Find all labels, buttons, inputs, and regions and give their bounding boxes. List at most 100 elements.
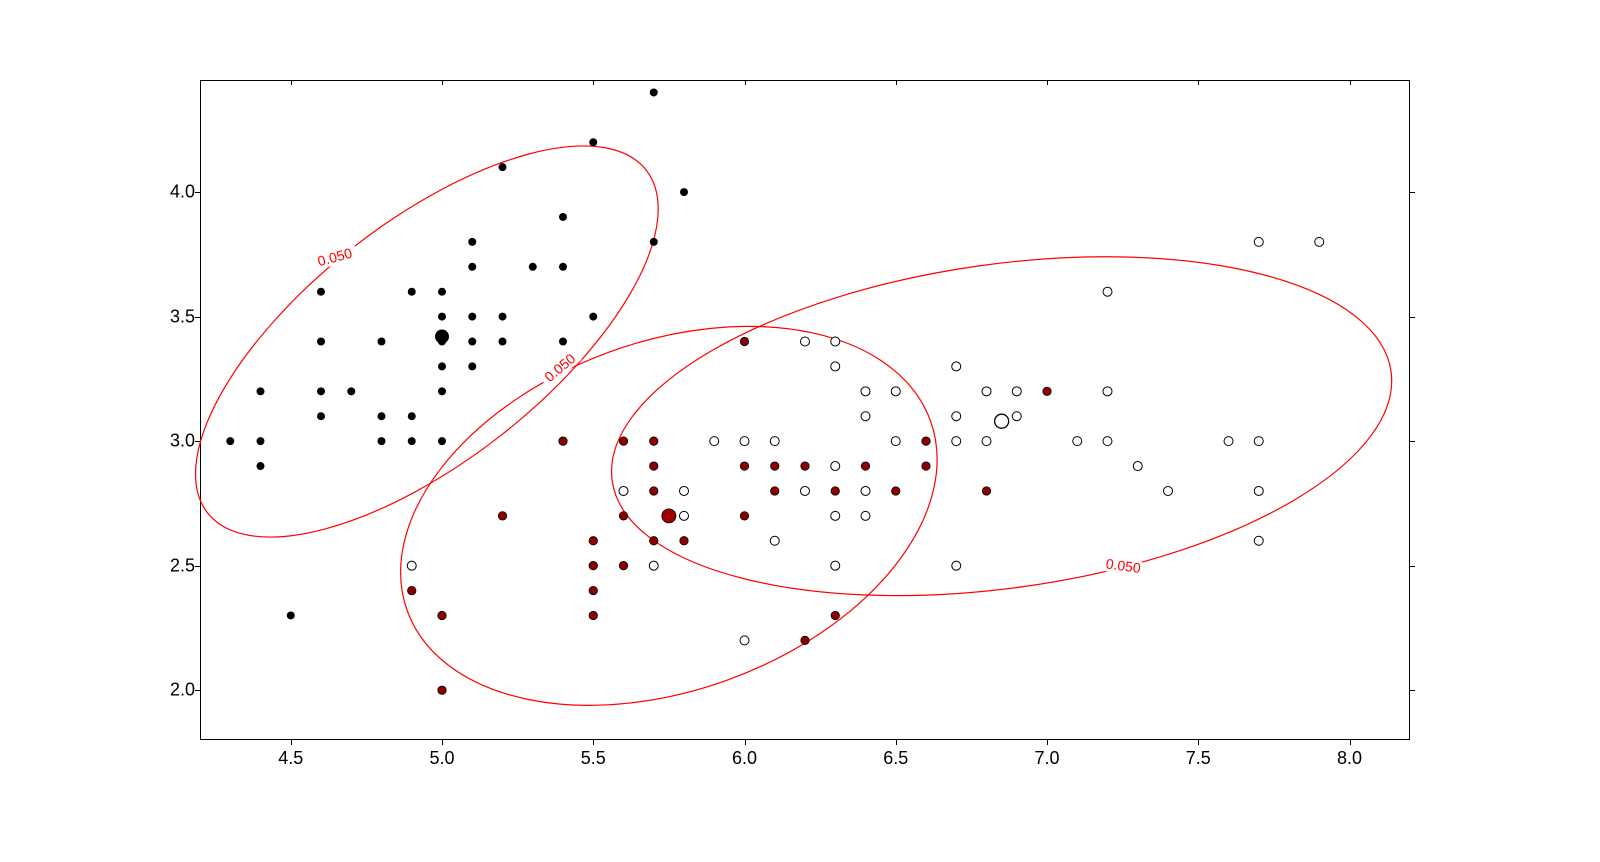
centroid-marker [995, 414, 1009, 428]
data-point [257, 437, 265, 445]
x-tick-label: 8.0 [1337, 748, 1362, 769]
data-point [680, 486, 689, 495]
data-point [378, 338, 386, 346]
data-point [680, 537, 688, 545]
data-point [499, 338, 507, 346]
data-point [468, 263, 476, 271]
x-tick-label: 7.5 [1186, 748, 1211, 769]
data-point [1254, 237, 1263, 246]
y-tick-label: 2.5 [165, 555, 195, 576]
data-point [650, 88, 658, 96]
data-point [740, 337, 748, 345]
data-point [650, 462, 658, 470]
centroid-marker [435, 330, 449, 344]
data-point [1012, 412, 1021, 421]
data-point [801, 486, 810, 495]
data-point [619, 486, 628, 495]
data-point [529, 263, 537, 271]
data-point [861, 462, 869, 470]
data-point [287, 611, 295, 619]
data-point [438, 611, 446, 619]
data-point [619, 512, 627, 520]
data-point [1254, 536, 1263, 545]
data-point [982, 487, 990, 495]
data-point [559, 437, 567, 445]
contour-ellipse [134, 76, 720, 607]
data-point [408, 288, 416, 296]
data-point [680, 511, 689, 520]
data-point [438, 362, 446, 370]
data-point [831, 487, 839, 495]
data-point [438, 387, 446, 395]
data-point [559, 338, 567, 346]
data-point [378, 437, 386, 445]
data-point [952, 412, 961, 421]
data-point [1254, 437, 1263, 446]
data-point [831, 462, 840, 471]
data-point [922, 437, 930, 445]
data-point [1073, 437, 1082, 446]
data-point [982, 387, 991, 396]
data-point [861, 412, 870, 421]
data-point [891, 387, 900, 396]
y-tick-label: 3.5 [165, 306, 195, 327]
data-point [499, 313, 507, 321]
data-point [801, 462, 809, 470]
data-point [468, 362, 476, 370]
data-point [922, 462, 930, 470]
data-point [831, 362, 840, 371]
data-point [498, 512, 506, 520]
data-point [710, 437, 719, 446]
data-point [1315, 237, 1324, 246]
data-point [770, 536, 779, 545]
data-point [589, 611, 597, 619]
y-tick-label: 3.0 [165, 431, 195, 452]
data-point [861, 511, 870, 520]
data-point [1133, 462, 1142, 471]
data-point [589, 561, 597, 569]
data-point [831, 511, 840, 520]
data-point [468, 238, 476, 246]
data-point [438, 313, 446, 321]
data-point [740, 462, 748, 470]
data-point [831, 611, 839, 619]
data-point [650, 537, 658, 545]
data-point [317, 412, 325, 420]
contour-label: 0.050 [1105, 555, 1142, 576]
data-point [408, 437, 416, 445]
data-point [770, 437, 779, 446]
data-point [650, 238, 658, 246]
data-point [438, 686, 446, 694]
data-point [619, 561, 627, 569]
data-point [1164, 486, 1173, 495]
data-point [771, 487, 779, 495]
x-tick-label: 5.0 [429, 748, 454, 769]
data-point [1103, 287, 1112, 296]
data-point [559, 263, 567, 271]
x-tick-label: 6.0 [732, 748, 757, 769]
x-tick-label: 4.5 [278, 748, 303, 769]
data-point [740, 512, 748, 520]
data-point [468, 313, 476, 321]
data-point [589, 586, 597, 594]
data-point [650, 487, 658, 495]
data-point [831, 337, 840, 346]
data-point [892, 487, 900, 495]
data-point [831, 561, 840, 570]
data-point [589, 138, 597, 146]
data-point [226, 437, 234, 445]
data-point [1103, 387, 1112, 396]
data-point [1103, 437, 1112, 446]
y-tick-label: 4.0 [165, 182, 195, 203]
x-tick-label: 5.5 [581, 748, 606, 769]
data-point [650, 437, 658, 445]
data-point [257, 387, 265, 395]
data-point [952, 561, 961, 570]
data-point [317, 387, 325, 395]
data-point [317, 338, 325, 346]
data-point [589, 313, 597, 321]
data-point [801, 636, 809, 644]
data-point [378, 412, 386, 420]
data-point [619, 437, 627, 445]
scatter-plot: 0.0500.0500.050 [200, 80, 1410, 740]
